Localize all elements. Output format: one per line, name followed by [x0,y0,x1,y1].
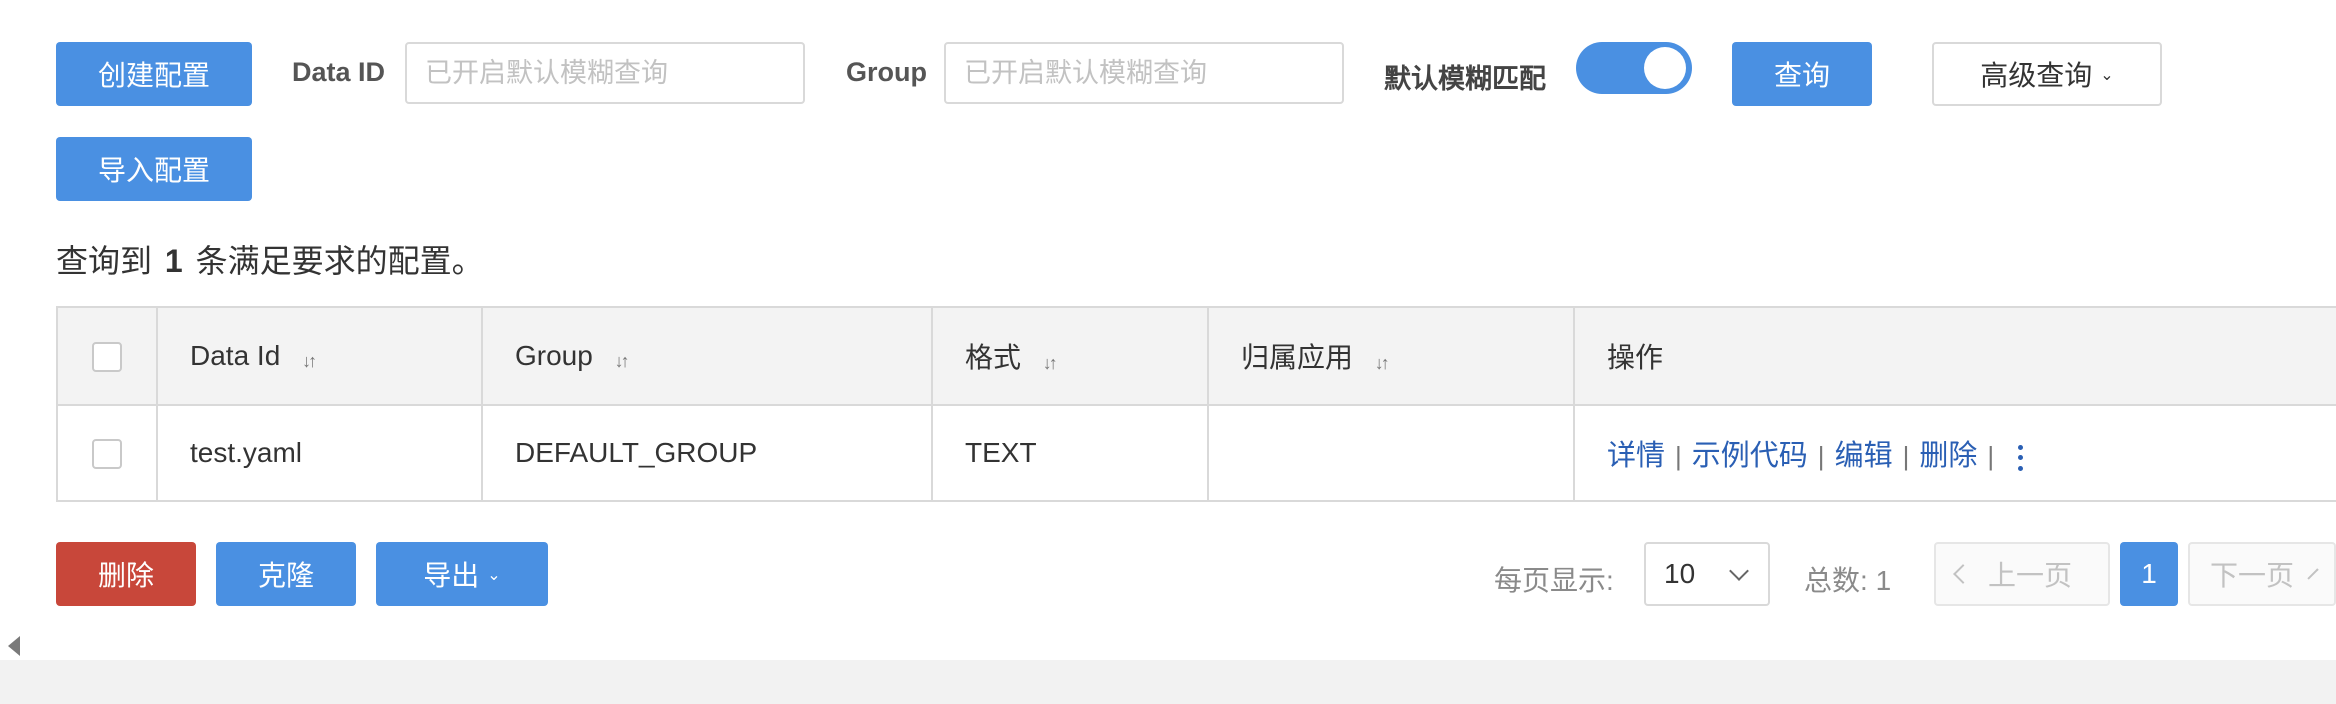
page-size-value: 10 [1664,558,1696,589]
column-header-group[interactable]: Group ↓↑ [481,306,933,406]
column-label-format: 格式 [965,342,1022,373]
table-header-row: Data Id ↓↑ Group ↓↑ 格式 ↓↑ 归属应用 ↓↑ 操作 [56,306,2336,406]
config-table: Data Id ↓↑ Group ↓↑ 格式 ↓↑ 归属应用 ↓↑ 操作 tes… [56,306,2336,502]
fuzzy-match-toggle[interactable] [1576,42,1692,94]
summary-prefix: 查询到 [56,243,153,279]
total-label-text: 总数: [1804,565,1868,596]
column-header-ops: 操作 [1573,306,2336,406]
config-list-page: 创建配置 Data ID Group 默认模糊匹配 查询 高级查询 ⌄ 导入配置… [0,0,2336,704]
create-config-button[interactable]: 创建配置 [56,42,252,106]
group-label: Group [846,57,927,87]
import-config-button[interactable]: 导入配置 [56,137,252,201]
page-size-label: 每页显示: [1494,565,1614,596]
result-summary: 查询到 1 条满足要求的配置。 [56,236,484,282]
ops-separator: | [1817,441,1825,471]
edit-link[interactable]: 编辑 [1835,440,1893,472]
row-select-cell [56,404,158,502]
sample-code-link[interactable]: 示例代码 [1692,440,1808,472]
column-label-ops: 操作 [1607,342,1664,373]
summary-count: 1 [164,243,183,279]
sort-icon[interactable]: ↓↑ [1375,353,1390,374]
chevron-down-icon: ⌄ [2100,67,2114,84]
export-button[interactable]: 导出 ⌄ [376,542,548,606]
table-row: test.yaml DEFAULT_GROUP TEXT 详情 | 示例代码 | 编辑 |… [56,404,2336,502]
chevron-left-icon [1953,564,1973,584]
fuzzy-match-label: 默认模糊匹配 [1384,64,1546,94]
toggle-knob [1644,47,1686,89]
cell-ops: 详情 | 示例代码 | 编辑 | 删除 | [1573,404,2336,502]
cell-app [1207,404,1575,502]
column-label-group: Group [515,340,593,371]
current-page-button[interactable]: 1 [2120,542,2178,606]
ops-separator: | [1675,441,1682,471]
kebab-menu-icon[interactable] [2018,444,2024,471]
sort-icon[interactable]: ↓↑ [302,351,317,372]
bulk-delete-button[interactable]: 删除 [56,542,196,606]
ops-separator: | [1902,441,1910,471]
advanced-search-label: 高级查询 [1980,60,2093,91]
detail-link[interactable]: 详情 [1607,440,1665,472]
column-header-app[interactable]: 归属应用 ↓↑ [1207,306,1575,406]
next-page-label: 下一页 [2210,560,2295,591]
column-label-data-id: Data Id [190,340,281,371]
row-checkbox[interactable] [92,439,122,470]
select-all-checkbox[interactable] [92,342,122,373]
cell-format: TEXT [931,404,1209,502]
ops-separator: | [1987,441,1995,471]
column-header-data-id[interactable]: Data Id ↓↑ [156,306,483,406]
summary-suffix: 条满足要求的配置。 [195,243,484,279]
column-label-app: 归属应用 [1241,342,1354,373]
footer-area [0,660,2336,704]
total-label: 总数: 1 [1804,559,1891,599]
sort-icon[interactable]: ↓↑ [615,351,630,372]
data-id-input[interactable] [405,42,805,104]
total-count: 1 [1875,565,1892,596]
data-id-label: Data ID [292,57,386,87]
chevron-down-icon [1729,561,1749,581]
delete-link[interactable]: 删除 [1919,440,1977,472]
group-input[interactable] [944,42,1344,104]
cell-data-id: test.yaml [156,404,483,502]
cell-group: DEFAULT_GROUP [481,404,933,502]
search-button[interactable]: 查询 [1732,42,1872,106]
column-header-format[interactable]: 格式 ↓↑ [931,306,1209,406]
export-label: 导出 [423,560,480,591]
horizontal-scrollbar[interactable] [0,628,2336,660]
sort-icon[interactable]: ↓↑ [1043,353,1058,374]
select-all-cell [56,306,158,406]
advanced-search-button[interactable]: 高级查询 ⌄ [1932,42,2162,106]
prev-page-label: 上一页 [1988,560,2073,591]
chevron-right-icon [2307,568,2319,580]
prev-page-button[interactable]: 上一页 [1934,542,2110,606]
chevron-down-icon: ⌄ [487,567,501,584]
page-size-select[interactable]: 10 [1644,542,1770,606]
scroll-left-arrow-icon[interactable] [8,636,20,656]
clone-button[interactable]: 克隆 [216,542,356,606]
next-page-button[interactable]: 下一页 [2188,542,2336,606]
